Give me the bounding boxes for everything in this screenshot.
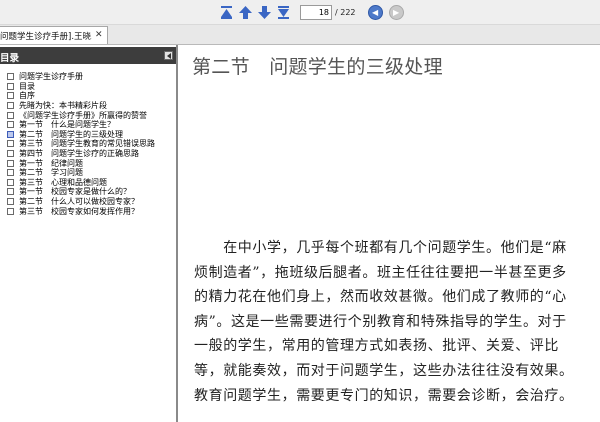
paragraph-line: 教育问题学生，需要更专门的知识，需要会诊断，会治疗。 bbox=[194, 387, 574, 404]
bookmarks-sidebar: 目录 问题学生诊疗手册 目录 自序 先睹为快：本书精彩片段 《问题学生诊疗手册》… bbox=[0, 45, 178, 422]
bookmark-page-icon bbox=[7, 150, 14, 158]
bookmark-page-icon bbox=[7, 73, 14, 81]
next-page-icon[interactable] bbox=[256, 4, 273, 21]
bookmark-label: 自序 bbox=[19, 91, 35, 101]
bookmark-page-icon bbox=[7, 82, 14, 90]
page-number-input[interactable] bbox=[300, 4, 332, 20]
bookmark-page-icon bbox=[7, 198, 14, 206]
bookmark-page-icon bbox=[7, 169, 14, 177]
go-forward-icon[interactable]: ▶ bbox=[388, 4, 404, 20]
bookmark-item[interactable]: 第一节 校园专家是做什么的？ bbox=[7, 187, 177, 197]
sidebar-header: 目录 bbox=[0, 47, 176, 64]
bookmark-label: 目录 bbox=[19, 81, 35, 91]
bookmark-label: 第一节 校园专家是做什么的？ bbox=[19, 187, 131, 197]
sidebar-title: 目录 bbox=[0, 53, 20, 64]
bookmark-item[interactable]: 第一节 纪律问题 bbox=[7, 158, 177, 168]
previous-page-icon[interactable] bbox=[237, 4, 254, 21]
bookmark-item[interactable]: 第二节 什么人可以做校园专家？ bbox=[7, 197, 177, 207]
bookmark-page-icon bbox=[7, 92, 14, 100]
page-total-label: / 222 bbox=[335, 7, 356, 17]
bookmark-item[interactable]: 《问题学生诊疗手册》所赢得的赞誉 bbox=[7, 110, 177, 120]
paragraph-line: 病”。这是一些需要进行个别教育和特殊指导的学生。对于 bbox=[194, 313, 567, 330]
bookmark-page-icon bbox=[7, 207, 14, 215]
bookmark-page-icon bbox=[7, 159, 14, 167]
chapter-title: 第二节 问题学生的三级处理 bbox=[192, 56, 443, 78]
document-tab-strip: 问题学生诊疗手册].王晓... ✕ bbox=[0, 25, 600, 45]
navigation-toolbar: / 222 ◀ ▶ bbox=[0, 0, 600, 25]
bookmark-page-icon bbox=[7, 140, 14, 148]
bookmark-item[interactable]: 第二节 学习问题 bbox=[7, 168, 177, 178]
bookmark-item[interactable]: 第四节 问题学生诊疗的正确思路 bbox=[7, 149, 177, 159]
bookmark-item[interactable]: 问题学生诊疗手册 bbox=[7, 72, 177, 82]
bookmark-page-icon bbox=[7, 130, 14, 138]
bookmark-label: 第四节 问题学生诊疗的正确思路 bbox=[19, 149, 139, 159]
bookmark-item[interactable]: 第一节 什么是问题学生？ bbox=[7, 120, 177, 130]
collapse-sidebar-icon[interactable] bbox=[164, 51, 173, 60]
bookmark-label: 第二节 什么人可以做校园专家？ bbox=[19, 197, 139, 207]
bookmark-item[interactable]: 第三节 校园专家如何发挥作用？ bbox=[7, 206, 177, 216]
bookmark-label: 第二节 问题学生的三级处理 bbox=[19, 129, 123, 139]
paragraph-line: 等，就能奏效，而对于问题学生，这些办法往往没有效果。 bbox=[194, 362, 574, 379]
document-tab-title: 问题学生诊疗手册].王晓... bbox=[0, 32, 92, 42]
bookmark-page-icon bbox=[7, 102, 14, 110]
close-tab-icon[interactable]: ✕ bbox=[95, 29, 103, 41]
bookmark-item-active[interactable]: 第二节 问题学生的三级处理 bbox=[7, 130, 177, 140]
paragraph-line: 一般的学生，常用的管理方式如表扬、批评、关爱、评比 bbox=[194, 338, 559, 355]
bookmark-item[interactable]: 第三节 问题学生教育的常见错误思路 bbox=[7, 139, 177, 149]
bookmark-page-icon bbox=[7, 178, 14, 186]
bookmark-label: 先睹为快：本书精彩片段 bbox=[19, 101, 107, 111]
bookmark-page-icon bbox=[7, 188, 14, 196]
document-tab[interactable]: 问题学生诊疗手册].王晓... ✕ bbox=[0, 26, 108, 44]
paragraph-line: 的精力花在他们身上，然而收效甚微。他们成了教师的“心 bbox=[194, 289, 567, 306]
first-page-icon[interactable] bbox=[218, 4, 235, 21]
bookmark-label: 问题学生诊疗手册 bbox=[19, 72, 83, 82]
bookmark-item[interactable]: 目录 bbox=[7, 82, 177, 92]
bookmark-item[interactable]: 第三节 心理和品德问题 bbox=[7, 178, 177, 188]
page-navigation-group: / 222 ◀ ▶ bbox=[218, 3, 410, 21]
document-page: 第二节 问题学生的三级处理 在中小学，几乎每个班都有几个问题学生。他们是“麻 烦… bbox=[180, 45, 600, 422]
bookmark-label: 第一节 什么是问题学生？ bbox=[19, 120, 115, 130]
last-page-icon[interactable] bbox=[275, 4, 292, 21]
bookmark-label: 第三节 校园专家如何发挥作用？ bbox=[19, 206, 139, 216]
paragraph-line: 在中小学，几乎每个班都有几个问题学生。他们是“麻 bbox=[194, 240, 567, 256]
bookmark-item[interactable]: 自序 bbox=[7, 91, 177, 101]
bookmark-page-icon bbox=[7, 111, 14, 119]
paragraph-line: 烦制造者”，拖班级后腿者。班主任往往要把一半甚至更多 bbox=[194, 264, 567, 281]
bookmark-page-icon bbox=[7, 121, 14, 129]
bookmark-list: 问题学生诊疗手册 目录 自序 先睹为快：本书精彩片段 《问题学生诊疗手册》所赢得… bbox=[7, 72, 177, 216]
bookmark-label: 第三节 问题学生教育的常见错误思路 bbox=[19, 139, 155, 149]
bookmark-label: 第二节 学习问题 bbox=[19, 168, 83, 178]
bookmark-label: 第三节 心理和品德问题 bbox=[19, 177, 107, 187]
bookmark-item[interactable]: 先睹为快：本书精彩片段 bbox=[7, 101, 177, 111]
bookmark-label: 《问题学生诊疗手册》所赢得的赞誉 bbox=[19, 110, 147, 120]
body-paragraph: 在中小学，几乎每个班都有几个问题学生。他们是“麻 烦制造者”，拖班级后腿者。班主… bbox=[194, 236, 596, 408]
bookmark-label: 第一节 纪律问题 bbox=[19, 158, 83, 168]
go-back-icon[interactable]: ◀ bbox=[367, 4, 383, 20]
